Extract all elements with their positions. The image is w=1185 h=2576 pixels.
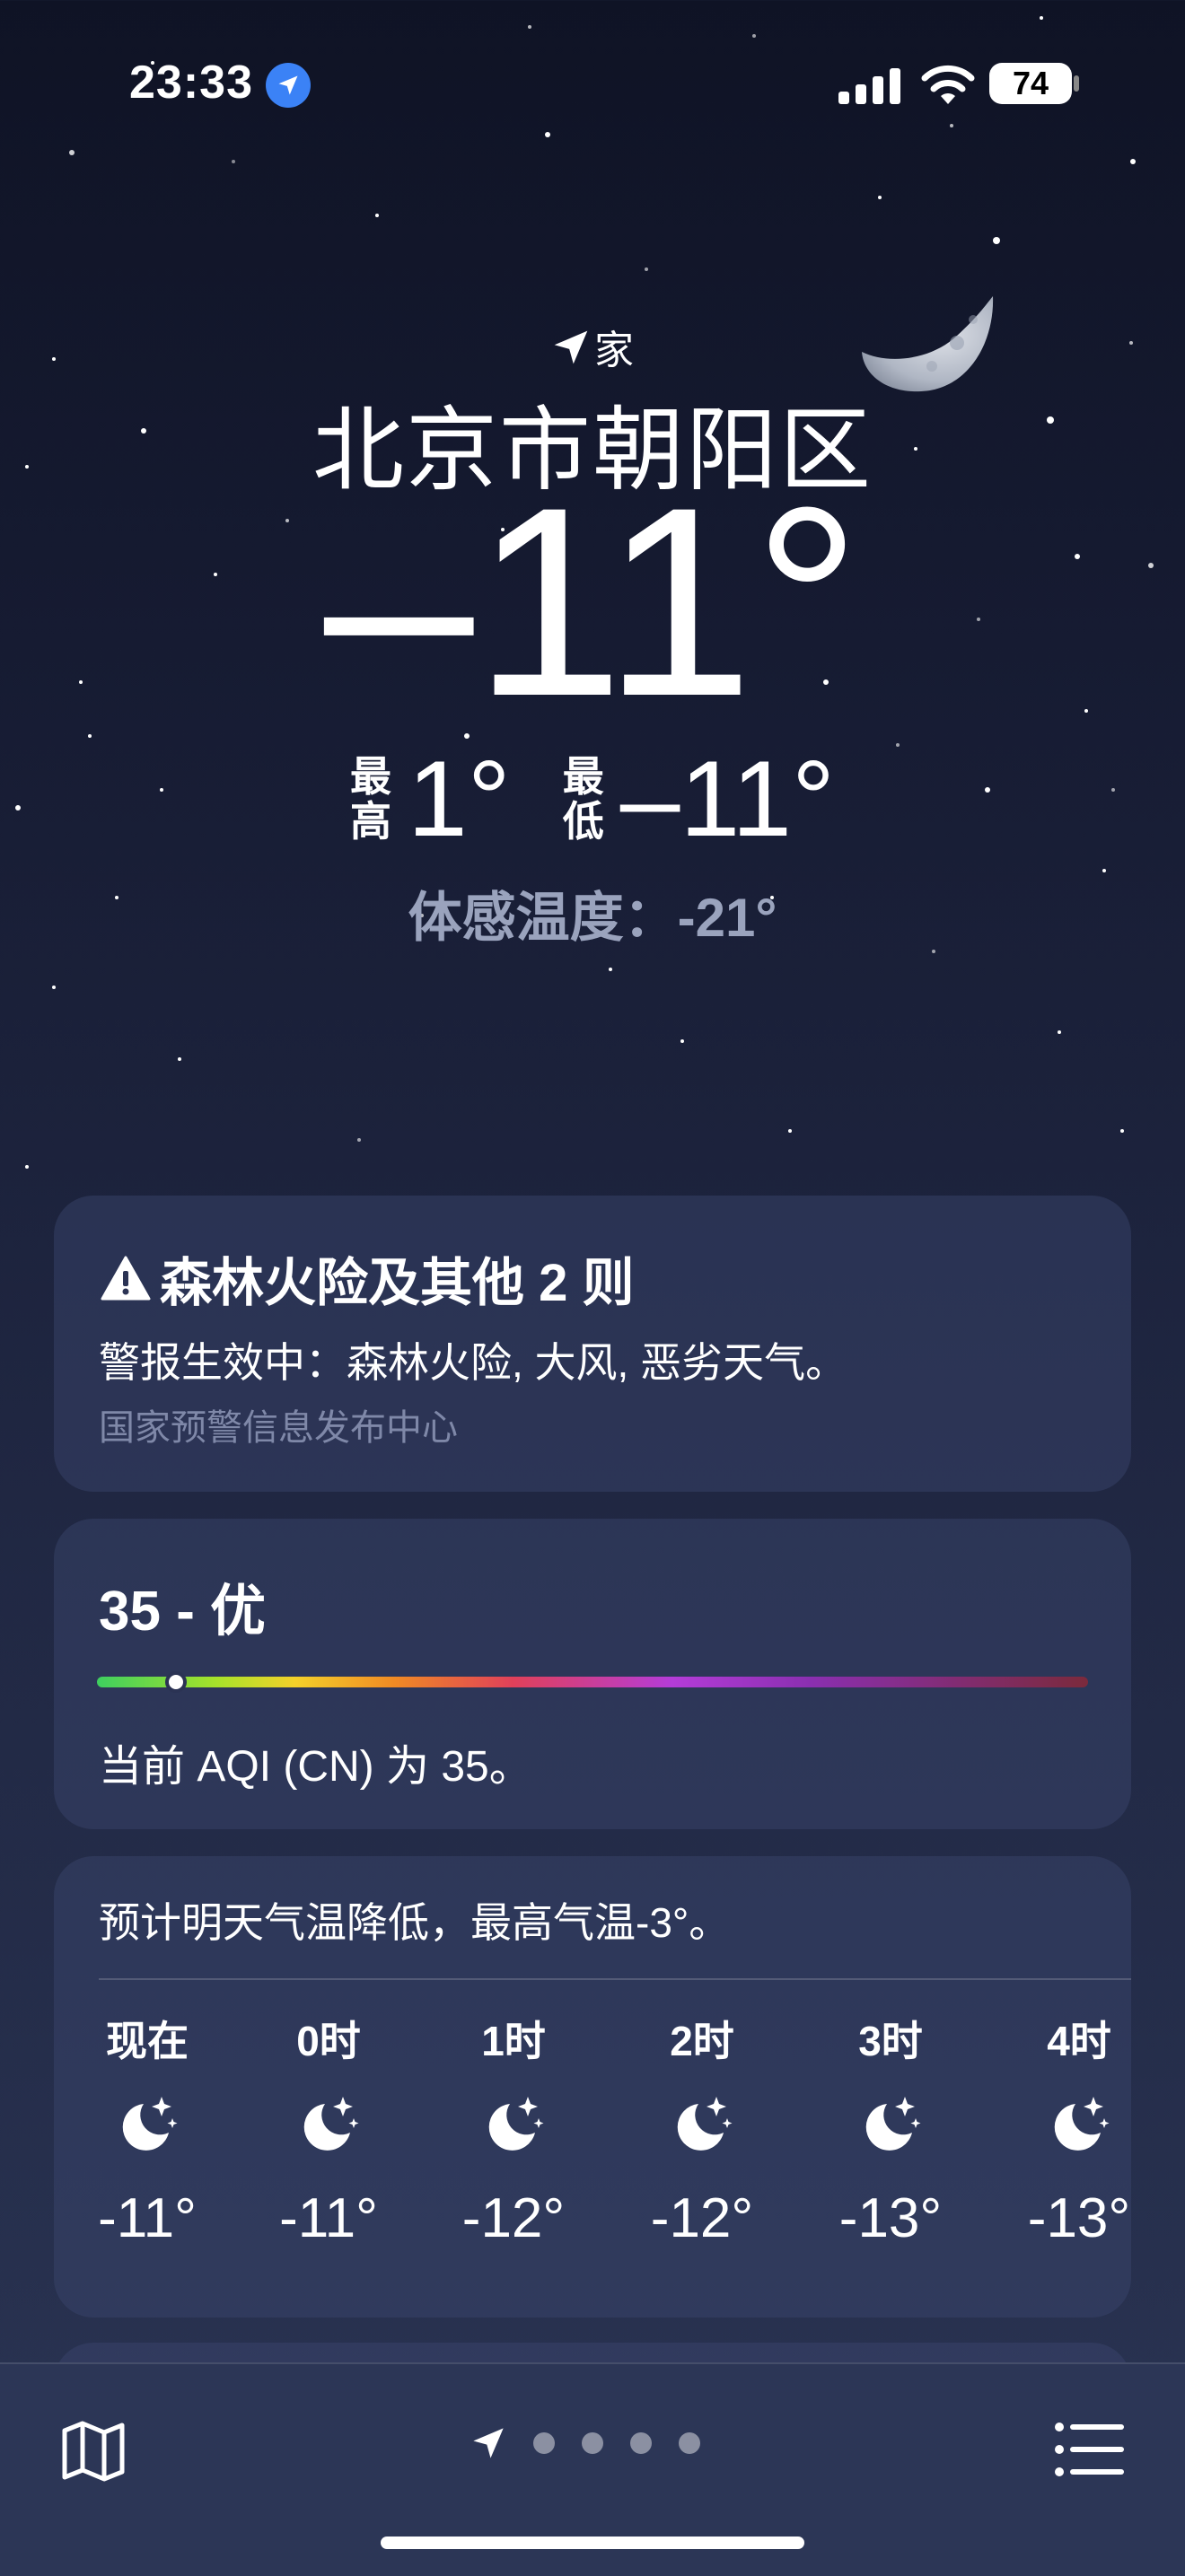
home-indicator[interactable] — [381, 2537, 804, 2549]
hour-temperature: -12° — [650, 2187, 754, 2249]
high-label: 最 高 — [350, 754, 391, 844]
battery-indicator: 74 — [989, 63, 1072, 104]
high-label-top: 最 — [349, 753, 391, 800]
home-location-label: 家 — [0, 318, 1185, 375]
aqi-description: 当前 AQI (CN) 为 35。 — [99, 1743, 532, 1791]
aqi-value: 35 - 优 — [99, 1581, 267, 1643]
hour-temperature: -13° — [838, 2187, 943, 2249]
hour-item: 4时 -13° — [989, 2009, 1131, 2250]
current-temperature: –11° — [323, 451, 862, 752]
forecast-summary: 预计明天气温降低，最高气温-3°。 — [99, 1899, 731, 1946]
hour-item: 1时 -12° — [424, 2009, 603, 2250]
low-label-top: 最 — [562, 753, 604, 800]
aqi-indicator — [165, 1671, 188, 1693]
moon-stars-icon — [57, 2091, 237, 2163]
moon-stars-icon — [612, 2091, 792, 2163]
home-label: 家 — [594, 329, 634, 372]
location-arrow-icon — [554, 330, 588, 364]
high-low-row: 最 高 1° 最 低 –11° — [0, 745, 1185, 853]
bottom-toolbar — [0, 2362, 1185, 2576]
hourly-forecast-card[interactable]: 预计明天气温降低，最高气温-3°。 现在 -11° 0时 -11° 1时 -12… — [54, 1856, 1131, 2318]
wifi-icon — [921, 65, 975, 104]
location-services-icon — [266, 63, 311, 108]
page-dot[interactable] — [582, 2432, 603, 2454]
hour-temperature: -11° — [98, 2187, 197, 2249]
hour-item: 0时 -11° — [239, 2009, 418, 2250]
alert-source: 国家预警信息发布中心 — [99, 1408, 458, 1448]
current-location-page-icon[interactable] — [470, 2425, 506, 2461]
alert-title: 森林火险及其他 2 则 — [160, 1254, 635, 1312]
alert-body: 警报生效中：森林火险, 大风, 恶劣天气。 — [99, 1339, 847, 1386]
high-temperature: 1° — [407, 739, 511, 859]
hour-label: 2时 — [670, 2018, 734, 2064]
low-label: 最 低 — [563, 754, 604, 844]
hour-temperature: -12° — [461, 2187, 566, 2249]
page-indicator[interactable] — [470, 2425, 700, 2461]
alert-title-row: 森林火险及其他 2 则 — [101, 1240, 635, 1316]
aqi-scale-bar — [97, 1677, 1088, 1687]
low-temperature: –11° — [619, 739, 836, 859]
page-dot[interactable] — [533, 2432, 555, 2454]
hour-label: 3时 — [858, 2018, 923, 2064]
weather-alert-card[interactable]: 森林火险及其他 2 则 警报生效中：森林火险, 大风, 恶劣天气。 国家预警信息… — [54, 1196, 1131, 1492]
battery-cap — [1074, 75, 1079, 92]
moon-stars-icon — [239, 2091, 418, 2163]
air-quality-card[interactable]: 35 - 优 当前 AQI (CN) 为 35。 — [54, 1519, 1131, 1829]
status-time: 23:33 — [129, 57, 253, 109]
forecast-divider — [99, 1978, 1131, 1980]
hour-label: 0时 — [296, 2018, 361, 2064]
status-bar: 23:33 74 — [0, 56, 1185, 118]
hour-label: 1时 — [481, 2018, 546, 2064]
cellular-signal-icon — [838, 68, 900, 104]
hourly-forecast-list[interactable]: 现在 -11° 0时 -11° 1时 -12° 2时 -12° 3时 -13° … — [54, 2009, 1131, 2305]
low-label-bottom: 低 — [562, 798, 604, 845]
page-dot[interactable] — [630, 2432, 652, 2454]
hour-item: 2时 -12° — [612, 2009, 792, 2250]
hour-label: 4时 — [1047, 2018, 1111, 2064]
hour-item: 现在 -11° — [57, 2009, 237, 2250]
page-dot[interactable] — [679, 2432, 700, 2454]
moon-stars-icon — [424, 2091, 603, 2163]
hour-temperature: -11° — [279, 2187, 378, 2249]
map-icon[interactable] — [59, 2416, 127, 2484]
feels-like: 体感温度：-21° — [408, 888, 777, 948]
moon-stars-icon — [801, 2091, 980, 2163]
list-icon[interactable] — [1054, 2418, 1126, 2481]
hour-label: 现在 — [106, 2018, 189, 2064]
high-label-bottom: 高 — [349, 798, 391, 845]
hour-temperature: -13° — [1027, 2187, 1131, 2249]
hour-item: 3时 -13° — [801, 2009, 980, 2250]
moon-stars-icon — [989, 2091, 1131, 2163]
warning-icon — [101, 1256, 151, 1301]
